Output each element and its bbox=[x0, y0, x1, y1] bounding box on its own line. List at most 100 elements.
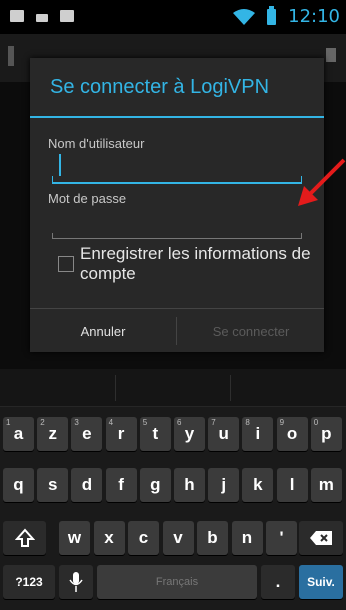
key-n[interactable]: n bbox=[231, 521, 263, 555]
wifi-icon bbox=[233, 8, 256, 25]
key-l[interactable]: l bbox=[276, 468, 308, 502]
password-field[interactable] bbox=[52, 230, 302, 239]
key-a[interactable]: a1 bbox=[3, 417, 34, 451]
key-hint: 3 bbox=[74, 418, 79, 427]
key-hint: 4 bbox=[108, 418, 114, 427]
key-c[interactable]: c bbox=[128, 521, 159, 555]
key-label: q bbox=[13, 475, 24, 494]
key-u[interactable]: u7 bbox=[208, 417, 240, 451]
remember-label[interactable]: Enregistrer les informations de compte bbox=[80, 244, 312, 284]
key-label: ' bbox=[279, 528, 284, 547]
symbols-key[interactable]: ?123 bbox=[3, 565, 55, 599]
soft-keyboard: a1z2e3r4t5y6u7i8o9p0 qsdfghjklm w x c v b n ' … bbox=[0, 369, 346, 610]
key-label: o bbox=[286, 424, 298, 443]
gallery-notification-icon bbox=[10, 10, 24, 22]
key-hint: 1 bbox=[6, 418, 11, 427]
key-hint: 6 bbox=[177, 418, 182, 427]
username-field[interactable] bbox=[52, 174, 302, 184]
shift-icon bbox=[14, 528, 35, 547]
key-q[interactable]: q bbox=[3, 468, 34, 502]
key-label: j bbox=[221, 475, 227, 494]
key-label: v bbox=[173, 528, 183, 547]
key-label: u bbox=[218, 424, 229, 443]
key-h[interactable]: h bbox=[174, 468, 205, 502]
key-g[interactable]: g bbox=[139, 468, 171, 502]
notification-icons bbox=[10, 10, 74, 22]
key-i[interactable]: i8 bbox=[242, 417, 274, 451]
connect-button[interactable]: Se connecter bbox=[178, 309, 324, 353]
key-hint: 7 bbox=[211, 418, 216, 427]
key-b[interactable]: b bbox=[197, 521, 228, 555]
microphone-icon bbox=[69, 572, 83, 592]
key-label: f bbox=[118, 475, 124, 494]
password-label: Mot de passe bbox=[48, 191, 127, 206]
key-j[interactable]: j bbox=[208, 468, 240, 502]
key-label: p bbox=[321, 424, 332, 443]
key-label: x bbox=[104, 528, 114, 547]
suggestion-strip bbox=[0, 369, 346, 407]
overflow-icon bbox=[326, 48, 336, 62]
backspace-icon bbox=[310, 531, 332, 545]
key-label: b bbox=[207, 528, 218, 547]
download-notification-icon bbox=[60, 10, 74, 22]
next-key[interactable]: Suiv. bbox=[299, 565, 343, 599]
key-label: c bbox=[138, 528, 149, 547]
key-label: d bbox=[81, 475, 93, 494]
backspace-key[interactable] bbox=[299, 521, 343, 555]
key-label: a bbox=[13, 424, 24, 443]
key-f[interactable]: f bbox=[105, 468, 137, 502]
key-label: g bbox=[150, 475, 161, 494]
period-key[interactable]: . bbox=[261, 565, 295, 599]
key-label: r bbox=[117, 424, 125, 443]
key-x[interactable]: x bbox=[93, 521, 125, 555]
key-r[interactable]: r4 bbox=[105, 417, 137, 451]
key-label: l bbox=[289, 475, 295, 494]
key-v[interactable]: v bbox=[162, 521, 194, 555]
keyboard-notification-icon bbox=[36, 14, 48, 22]
key-z[interactable]: z2 bbox=[37, 417, 69, 451]
key-hint: 5 bbox=[142, 418, 148, 427]
key-label: k bbox=[253, 475, 263, 494]
text-cursor bbox=[59, 154, 61, 176]
key-d[interactable]: d bbox=[71, 468, 103, 502]
vpn-login-dialog: Se connecter à LogiVPN Nom d'utilisateur… bbox=[30, 58, 324, 352]
shift-key[interactable] bbox=[3, 521, 46, 555]
title-divider bbox=[30, 116, 324, 118]
battery-icon bbox=[267, 5, 277, 25]
remember-checkbox[interactable] bbox=[58, 256, 74, 272]
key-s[interactable]: s bbox=[37, 468, 69, 502]
dialog-title: Se connecter à LogiVPN bbox=[50, 76, 270, 98]
key-t[interactable]: t5 bbox=[139, 417, 171, 451]
key-label: m bbox=[318, 475, 334, 494]
key-apostrophe[interactable]: ' bbox=[266, 521, 297, 555]
status-bar: 12:10 bbox=[0, 0, 346, 34]
dialog-buttons: Annuler Se connecter bbox=[30, 308, 324, 353]
key-label: e bbox=[82, 424, 92, 443]
key-label: n bbox=[241, 528, 253, 547]
key-label: h bbox=[184, 475, 195, 494]
key-label: s bbox=[47, 475, 58, 494]
key-y[interactable]: y6 bbox=[174, 417, 205, 451]
key-p[interactable]: p0 bbox=[310, 417, 342, 451]
key-m[interactable]: m bbox=[310, 468, 342, 502]
key-label: w bbox=[67, 528, 82, 547]
status-time: 12:10 bbox=[288, 6, 340, 27]
space-key[interactable]: Français bbox=[97, 565, 257, 599]
key-label: z bbox=[48, 424, 57, 443]
key-label: i bbox=[255, 424, 261, 443]
key-k[interactable]: k bbox=[242, 468, 274, 502]
key-hint: 0 bbox=[313, 418, 319, 427]
key-hint: 8 bbox=[245, 418, 250, 427]
key-label: t bbox=[152, 424, 159, 443]
cancel-button[interactable]: Annuler bbox=[30, 309, 176, 353]
key-o[interactable]: o9 bbox=[276, 417, 308, 451]
red-arrow-icon bbox=[298, 158, 346, 206]
username-label: Nom d'utilisateur bbox=[48, 136, 145, 151]
key-w[interactable]: w bbox=[59, 521, 90, 555]
voice-input-key[interactable] bbox=[59, 565, 93, 599]
key-hint: 2 bbox=[40, 418, 45, 427]
key-e[interactable]: e3 bbox=[71, 417, 103, 451]
button-divider bbox=[176, 317, 177, 345]
back-chevron-icon bbox=[8, 46, 14, 66]
key-label: y bbox=[184, 424, 195, 443]
